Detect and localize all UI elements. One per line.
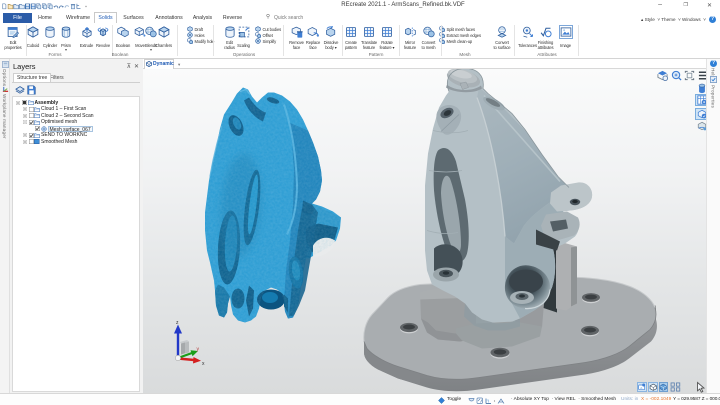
svg-text:y: y: [197, 346, 200, 352]
svg-text:z: z: [176, 320, 179, 326]
svg-text:x: x: [202, 361, 205, 367]
